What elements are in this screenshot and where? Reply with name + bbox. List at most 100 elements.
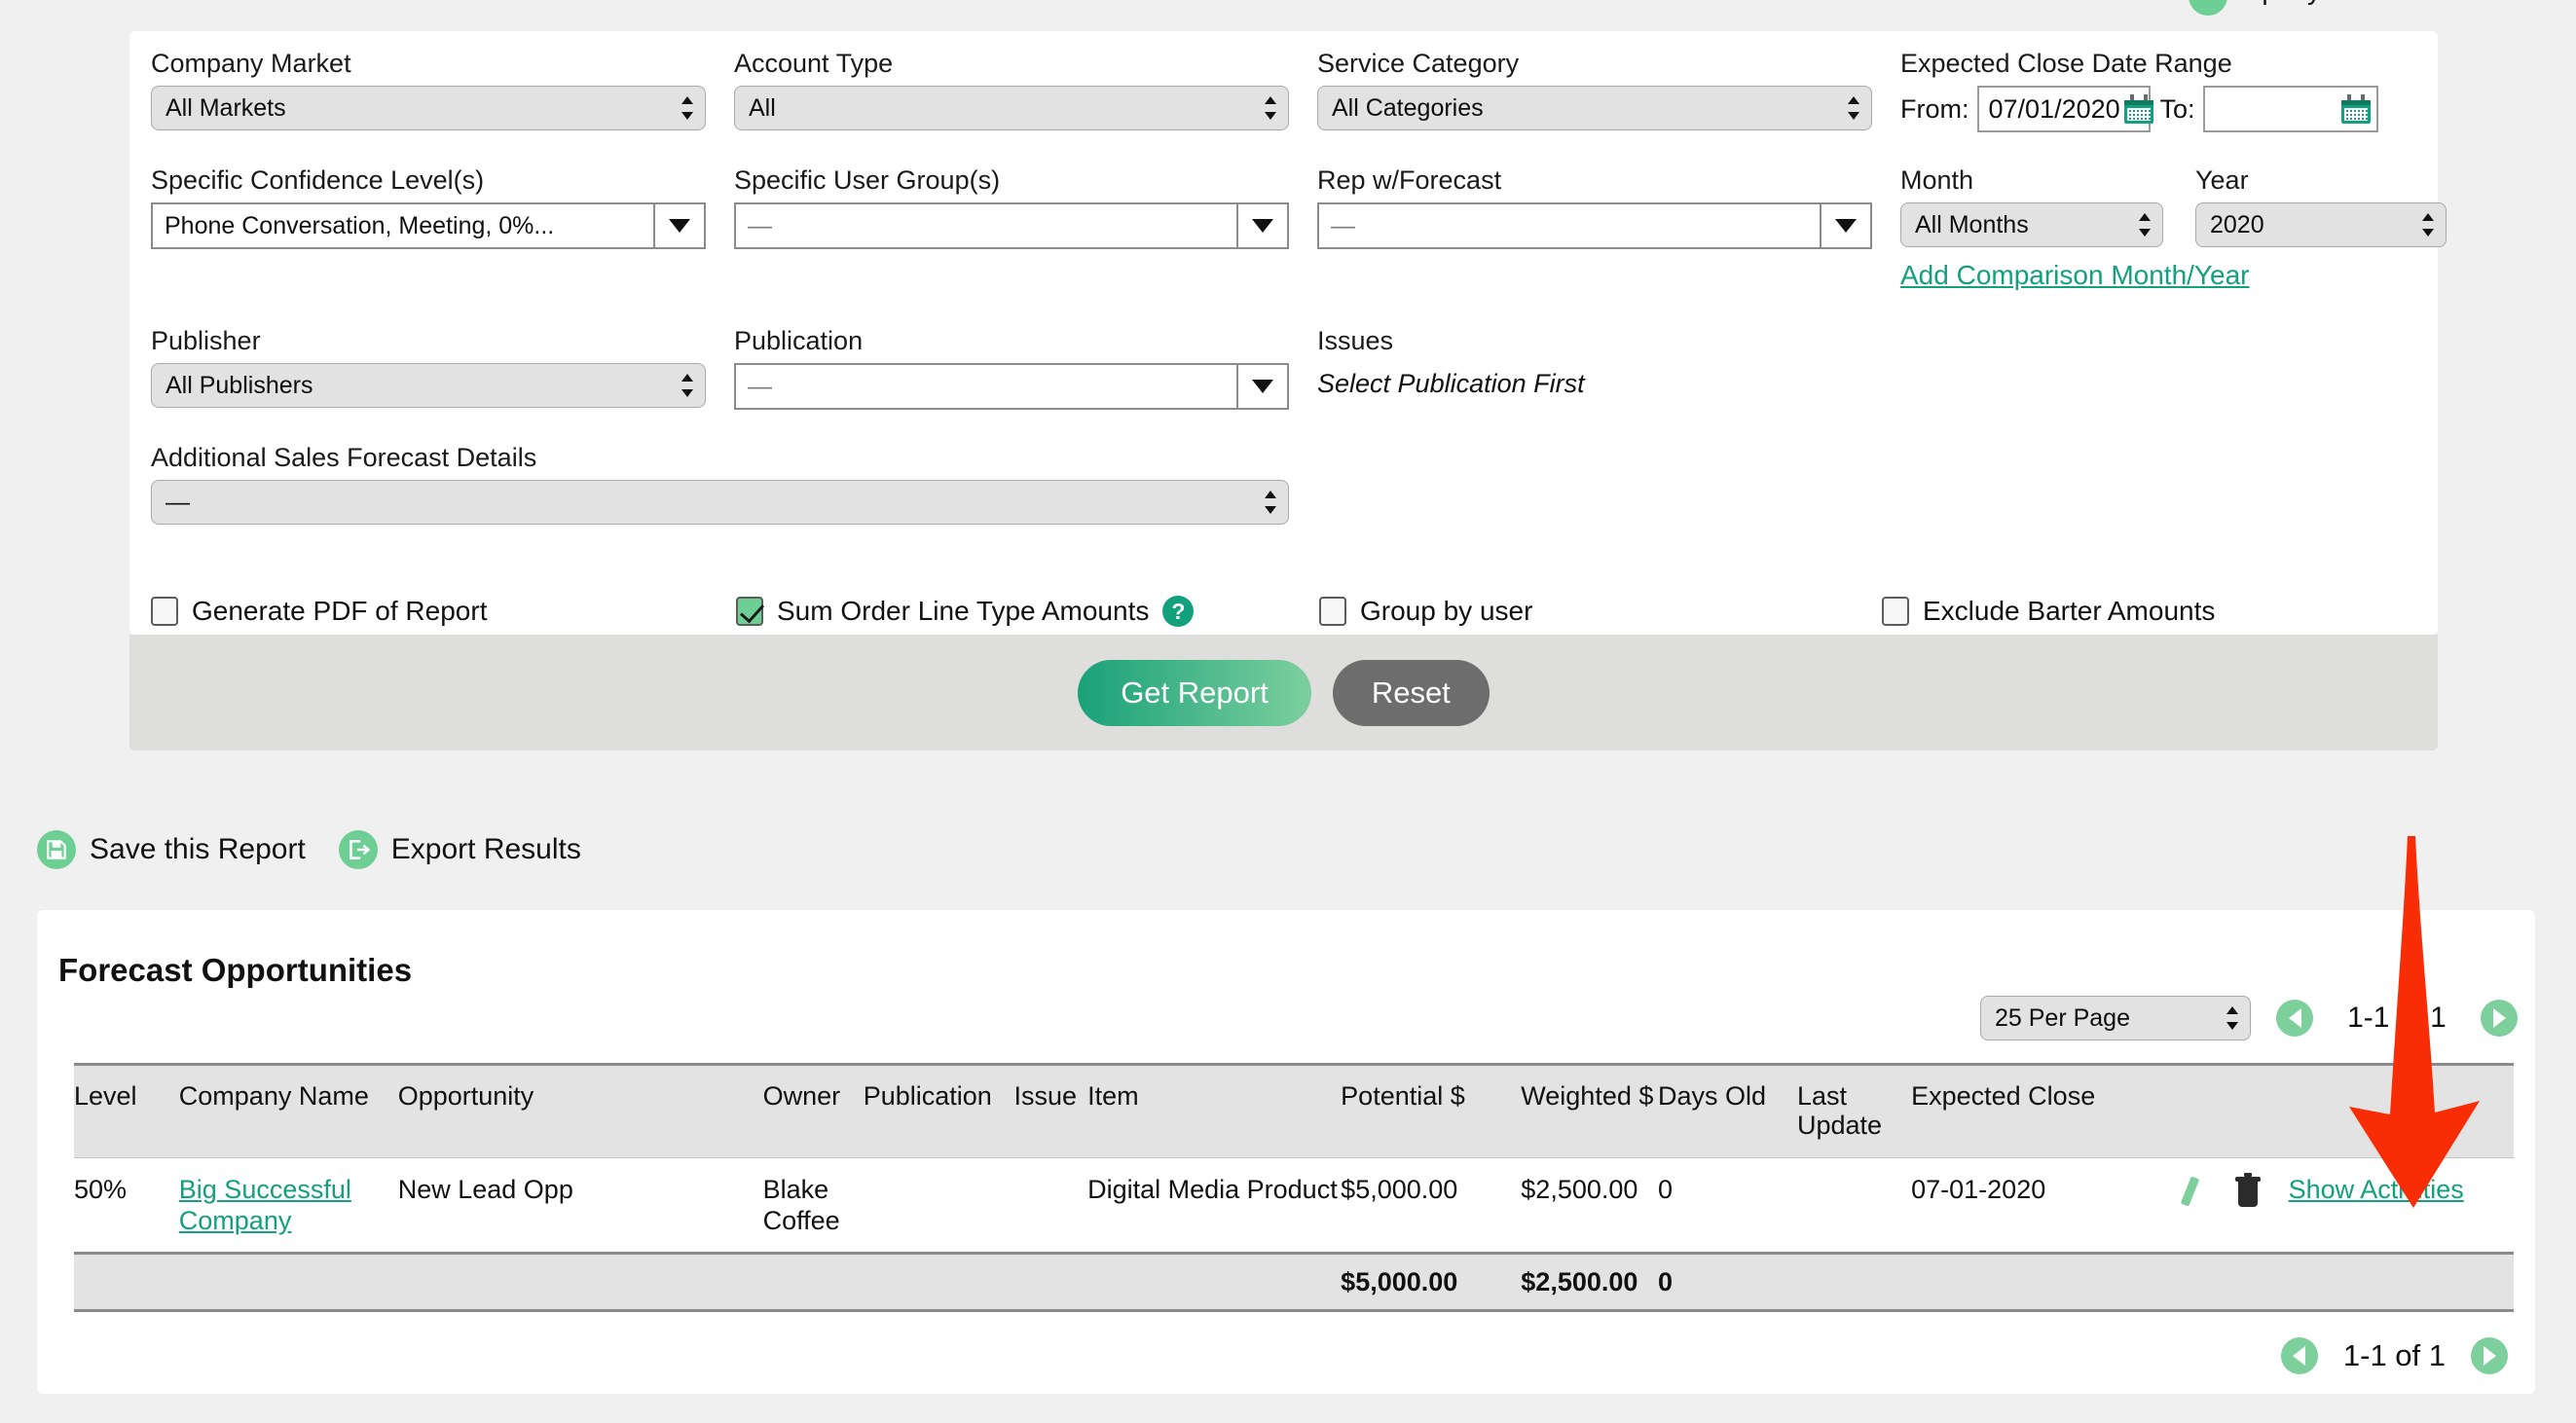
help-icon[interactable]: ? — [1162, 596, 1195, 627]
confidence-levels-label: Specific Confidence Level(s) — [151, 165, 485, 195]
totals-spacer-level — [74, 1253, 179, 1312]
field-user-groups: Specific User Group(s) — — [734, 165, 1289, 249]
col-weighted[interactable]: Weighted $ — [1521, 1063, 1659, 1158]
export-results-action[interactable]: Export Results — [338, 830, 581, 869]
page-count-top: 1-1 of 1 — [2347, 1002, 2447, 1034]
results-title: Forecast Opportunities — [58, 952, 413, 988]
chevron-down-icon[interactable] — [1820, 204, 1870, 247]
table-row: 50% Big Successful Company New Lead Opp … — [74, 1157, 2514, 1255]
add-comparison-link-wrap: Add Comparison Month/Year — [1900, 260, 2250, 291]
publication-multiselect[interactable]: — — [734, 363, 1289, 410]
col-expected-close[interactable]: Expected Close — [1911, 1063, 2174, 1158]
field-company-market: Company Market All Markets — [151, 49, 706, 130]
publisher-select[interactable]: All Publishers — [151, 363, 706, 408]
field-account-type: Account Type All — [734, 49, 1289, 130]
checkbox-exclude-barter-amounts[interactable]: Exclude Barter Amounts — [1882, 596, 2215, 627]
form-button-bar: Get Report Reset — [129, 635, 2438, 750]
filter-card: Company Market All Markets Account Type … — [129, 31, 2447, 635]
checkbox-box[interactable] — [151, 597, 178, 626]
checkbox-box[interactable] — [1882, 597, 1909, 626]
col-issue[interactable]: Issue — [1013, 1063, 1088, 1158]
totals-spacer-opportunity — [397, 1253, 763, 1312]
field-additional-details: Additional Sales Forecast Details — — [151, 443, 1289, 525]
col-opportunity[interactable]: Opportunity — [397, 1063, 763, 1158]
chevron-down-icon[interactable] — [653, 204, 704, 247]
col-publication[interactable]: Publication — [863, 1063, 1014, 1158]
company-name-link[interactable]: Big Successful Company — [179, 1175, 351, 1235]
company-market-select[interactable]: All Markets — [151, 86, 706, 130]
checkbox-box[interactable] — [736, 597, 763, 626]
cell-opportunity: New Lead Opp — [397, 1157, 763, 1255]
chevron-updown-icon — [681, 373, 693, 398]
cell-last-update — [1796, 1157, 1912, 1255]
issues-note: Select Publication First — [1317, 369, 1585, 398]
next-page-button[interactable] — [2481, 1000, 2518, 1037]
cell-issue — [1013, 1157, 1088, 1255]
checkbox-generate-pdf[interactable]: Generate PDF of Report — [151, 596, 487, 627]
prev-page-button-bottom[interactable] — [2280, 1337, 2318, 1374]
chevron-updown-icon — [2139, 212, 2151, 237]
from-date-input[interactable]: 07/01/2020 — [1976, 86, 2153, 132]
checkbox-sum-order-line-type-amounts[interactable]: Sum Order Line Type Amounts ? — [736, 596, 1195, 627]
totals-days-old: 0 — [1658, 1253, 1797, 1312]
report-page: mpany Company Market All Markets Account… — [0, 0, 2576, 1423]
report-actions: Save this Report Export Results — [37, 830, 581, 869]
field-expected-close-range: Expected Close Date Range From: 07/01/20… — [1900, 49, 2446, 132]
show-activities-link[interactable]: Show Activities — [2289, 1174, 2464, 1205]
chevron-updown-icon — [1265, 95, 1276, 121]
export-icon — [338, 830, 378, 869]
col-item[interactable]: Item — [1087, 1063, 1342, 1158]
col-level[interactable]: Level — [74, 1063, 179, 1158]
col-owner[interactable]: Owner — [762, 1063, 864, 1158]
col-potential[interactable]: Potential $ — [1341, 1063, 1522, 1158]
save-this-report-action[interactable]: Save this Report — [37, 830, 306, 869]
from-label: From: — [1900, 93, 1969, 124]
results-card: Forecast Opportunities 25 Per Page 1-1 o… — [37, 910, 2535, 1394]
confidence-levels-multiselect[interactable]: Phone Conversation, Meeting, 0%... — [151, 202, 706, 249]
additional-details-select[interactable]: — — [151, 480, 1289, 525]
pagination-top: 25 Per Page 1-1 of 1 — [1980, 996, 2518, 1040]
delete-trash-icon[interactable] — [2234, 1172, 2261, 1207]
to-date-input[interactable] — [2202, 86, 2378, 132]
publication-label: Publication — [734, 326, 864, 355]
chevron-down-icon[interactable] — [1236, 204, 1287, 247]
rep-forecast-multiselect[interactable]: — — [1317, 202, 1872, 249]
prev-page-button[interactable] — [2276, 1000, 2313, 1037]
per-page-select[interactable]: 25 Per Page — [1980, 996, 2251, 1040]
checkbox-label: Group by user — [1360, 596, 1533, 626]
col-last-update[interactable]: Last Update — [1796, 1063, 1912, 1158]
checkbox-label: Exclude Barter Amounts — [1923, 596, 2216, 626]
get-report-button[interactable]: Get Report — [1078, 659, 1311, 726]
next-page-button-bottom[interactable] — [2471, 1337, 2508, 1374]
user-groups-multiselect[interactable]: — — [734, 202, 1289, 249]
expected-close-range-label: Expected Close Date Range — [1900, 49, 2232, 78]
account-type-select[interactable]: All — [734, 86, 1289, 130]
confidence-levels-value: Phone Conversation, Meeting, 0%... — [165, 211, 555, 239]
month-select[interactable]: All Months — [1900, 202, 2163, 247]
forecast-opportunities-table: Level Company Name Opportunity Owner Pub… — [74, 1063, 2514, 1312]
col-company-name[interactable]: Company Name — [178, 1063, 398, 1158]
chevron-down-icon[interactable] — [1236, 365, 1287, 408]
totals-spacer-owner — [762, 1253, 864, 1312]
edit-pencil-icon[interactable] — [2174, 1177, 2203, 1206]
field-rep-forecast: Rep w/Forecast — — [1317, 165, 1872, 249]
add-comparison-month-year-link[interactable]: Add Comparison Month/Year — [1900, 260, 2250, 290]
reset-button[interactable]: Reset — [1332, 659, 1490, 726]
col-days-old[interactable]: Days Old — [1658, 1063, 1797, 1158]
year-select[interactable]: 2020 — [2195, 202, 2447, 247]
rep-forecast-value: — — [1331, 211, 1355, 239]
year-value: 2020 — [2210, 210, 2264, 238]
field-publication: Publication — — [734, 326, 1289, 410]
calendar-icon[interactable] — [2340, 94, 2371, 124]
service-category-select[interactable]: All Categories — [1317, 86, 1872, 130]
issues-label: Issues — [1317, 326, 1394, 355]
checkbox-label: Generate PDF of Report — [192, 596, 488, 626]
totals-spacer-expected-close — [1911, 1253, 2174, 1312]
checkbox-group-by-user[interactable]: Group by user — [1319, 596, 1532, 627]
save-this-report-label: Save this Report — [90, 833, 306, 865]
chevron-updown-icon — [2226, 1005, 2238, 1031]
calendar-icon[interactable] — [2123, 94, 2153, 124]
checkbox-box[interactable] — [1319, 597, 1346, 626]
chevron-updown-icon — [2422, 212, 2434, 237]
cell-level: 50% — [74, 1157, 179, 1255]
